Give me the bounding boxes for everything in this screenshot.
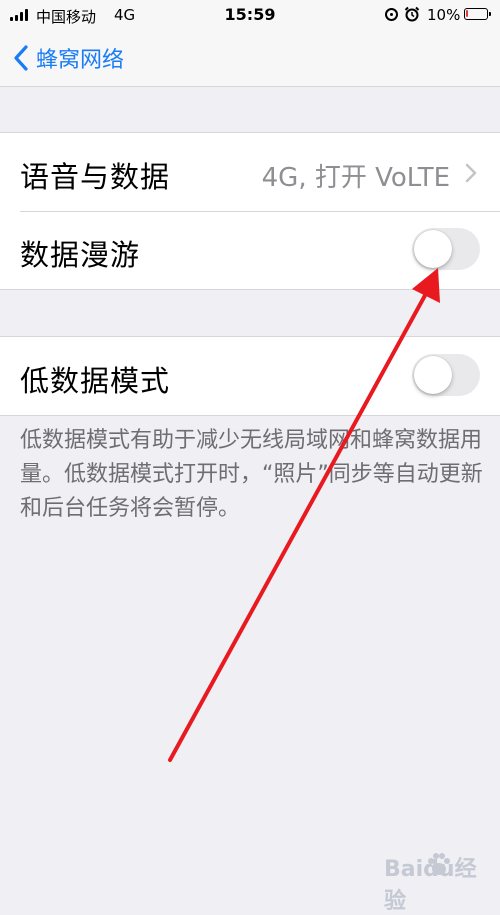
data-roaming-label: 数据漫游 <box>20 238 141 272</box>
back-label: 蜂窝网络 <box>36 48 125 73</box>
back-button[interactable]: 蜂窝网络 <box>10 42 124 74</box>
voice-data-label: 语音与数据 <box>20 160 171 194</box>
chevron-left-icon <box>14 45 28 71</box>
status-bar: 中国移动 4G 15:59 10% <box>0 0 500 30</box>
battery-icon <box>464 8 491 20</box>
low-data-mode-toggle[interactable] <box>412 354 480 396</box>
settings-group-low-data: 低数据模式 <box>0 336 500 416</box>
alarm-icon <box>404 6 420 22</box>
chevron-right-icon <box>465 163 477 183</box>
low-data-mode-row: 低数据模式 <box>0 337 500 415</box>
battery-level <box>466 10 468 17</box>
toggle-knob <box>414 356 452 394</box>
battery-percent: 10% <box>427 6 461 24</box>
data-roaming-row: 数据漫游 <box>0 211 500 289</box>
status-time: 15:59 <box>224 5 276 24</box>
low-data-mode-footnote: 低数据模式有助于减少无线局域网和蜂窝数据用量。低数据模式打开时，“照片”同步等自… <box>20 428 483 521</box>
low-data-mode-label: 低数据模式 <box>20 364 171 398</box>
navigation-bar: 蜂窝网络 <box>0 30 500 87</box>
baidu-watermark: Baidu经验 <box>384 847 494 914</box>
data-roaming-toggle[interactable] <box>412 228 480 270</box>
settings-group-roaming: 语音与数据 4G, 打开 VoLTE 数据漫游 <box>0 132 500 290</box>
toggle-knob <box>414 230 452 268</box>
voice-data-value: 4G, 打开 VoLTE <box>261 163 450 193</box>
watermark-text: Baidu经验 <box>384 857 477 914</box>
orientation-lock-icon <box>385 7 398 21</box>
voice-data-row[interactable]: 语音与数据 4G, 打开 VoLTE <box>0 133 500 211</box>
